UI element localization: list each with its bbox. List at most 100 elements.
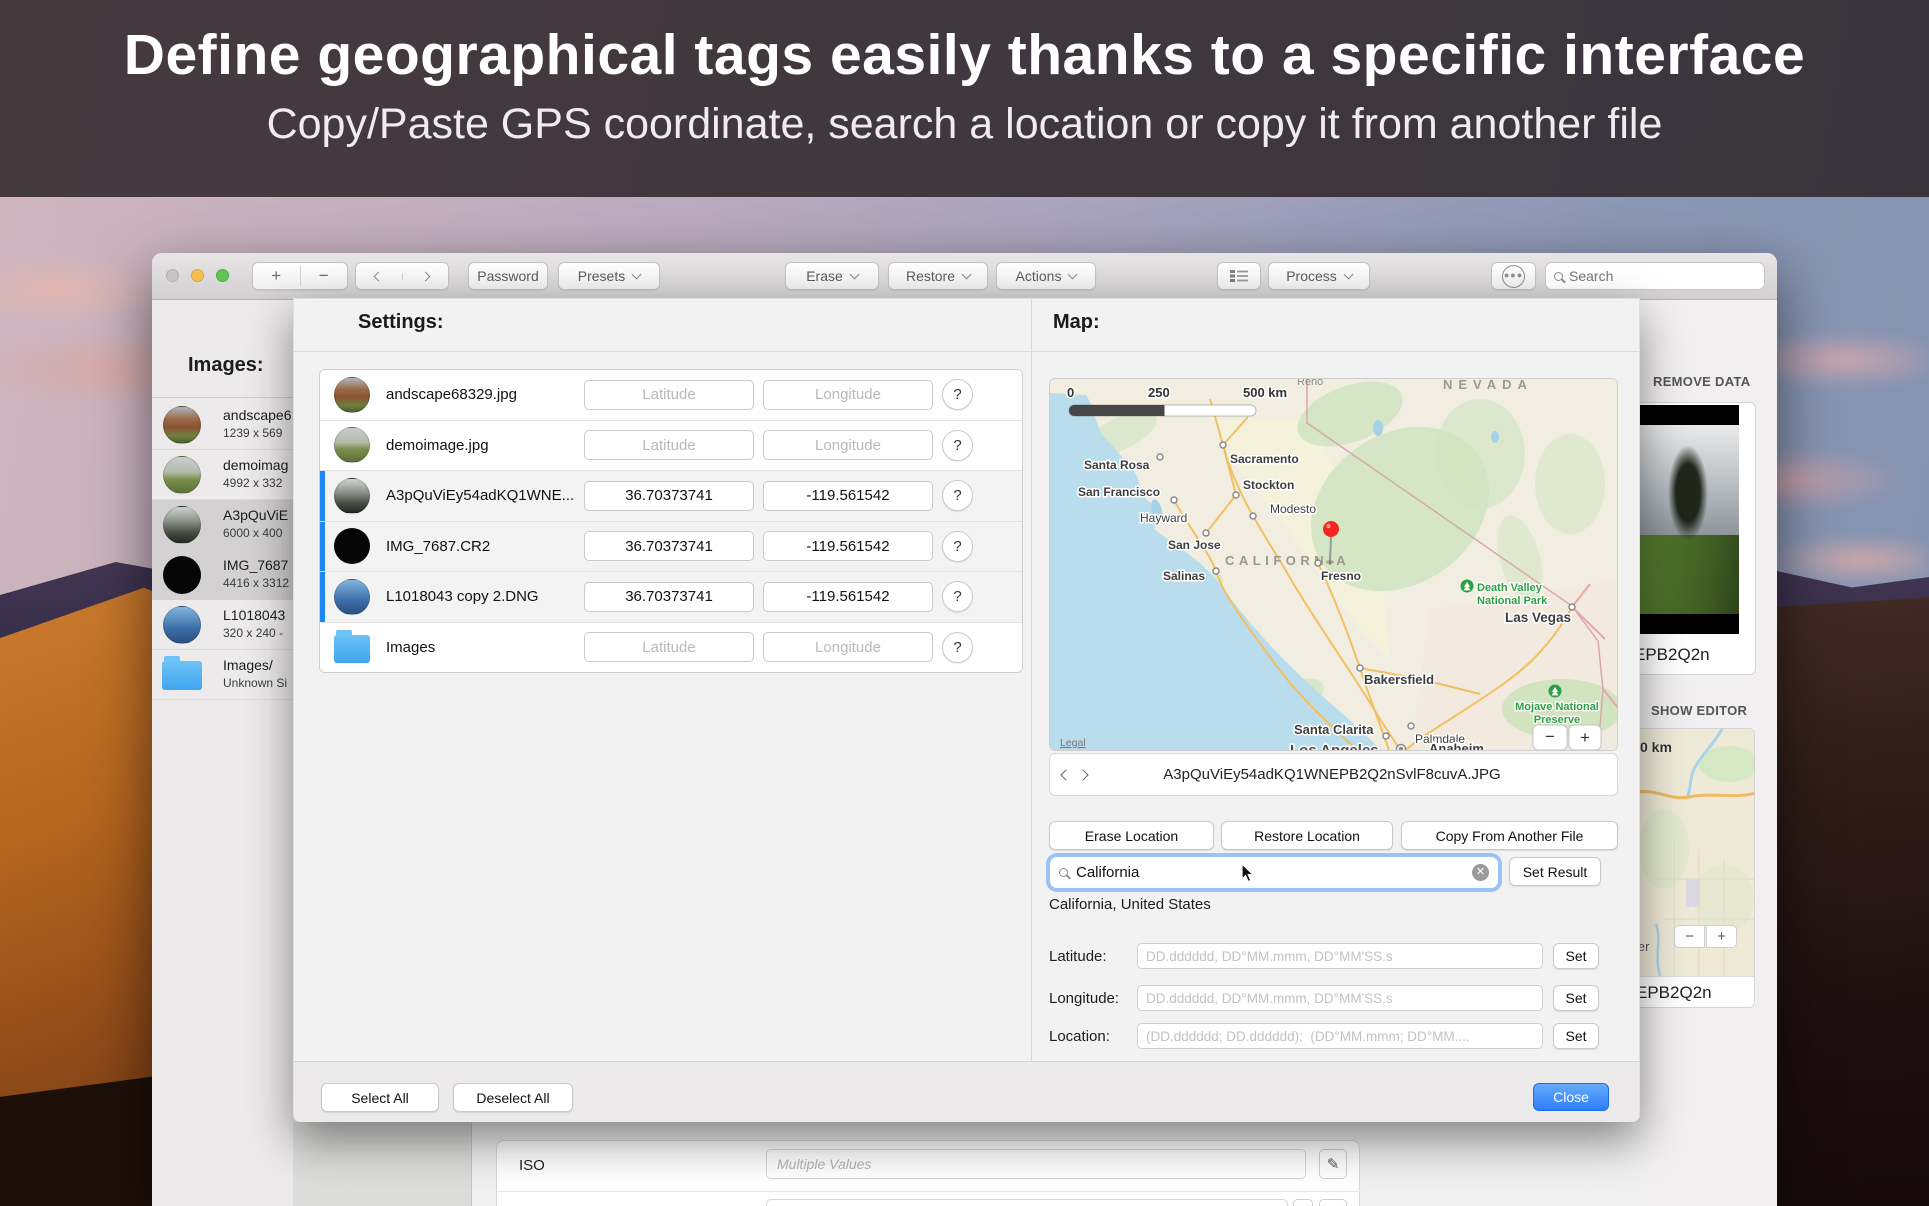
- file-row-selected[interactable]: L1018043 copy 2.DNG ?: [320, 571, 1022, 622]
- map-label-nevada: NEVADA: [1443, 379, 1533, 392]
- help-button[interactable]: ?: [942, 581, 973, 612]
- longitude-input[interactable]: [763, 380, 933, 410]
- mini-zoom-in-button[interactable]: +: [1706, 925, 1737, 948]
- sidebar-folder-item[interactable]: Images/ Unknown Si: [152, 650, 293, 700]
- file-thumbnail: [334, 377, 370, 413]
- minimize-window-button[interactable]: [191, 269, 204, 282]
- help-button[interactable]: ?: [942, 430, 973, 461]
- password-button[interactable]: Password: [468, 262, 548, 290]
- sidebar-image-item[interactable]: demoimag 4992 x 332: [152, 450, 293, 500]
- toolbar-search: [1545, 262, 1765, 290]
- image-name: IMG_7687: [223, 557, 288, 573]
- forward-button[interactable]: [402, 273, 449, 280]
- sidebar-image-item[interactable]: andscape6 1239 x 569: [152, 400, 293, 450]
- file-name: Images: [386, 639, 584, 656]
- park-label: National Park: [1477, 595, 1548, 607]
- file-row-selected[interactable]: IMG_7687.CR2 ?: [320, 521, 1022, 572]
- longitude-input[interactable]: [763, 582, 933, 612]
- file-row[interactable]: andscape68329.jpg ?: [320, 370, 1022, 420]
- map-city: Los Angeles: [1290, 742, 1379, 751]
- close-window-button[interactable]: [166, 269, 179, 282]
- set-result-button[interactable]: Set Result: [1509, 857, 1601, 886]
- map-city: Stockton: [1243, 478, 1294, 492]
- restore-location-button[interactable]: Restore Location: [1221, 821, 1393, 850]
- presets-dropdown[interactable]: Presets: [558, 262, 660, 290]
- clear-search-button[interactable]: ✕: [1472, 864, 1489, 881]
- previous-file-button[interactable]: [1060, 769, 1071, 780]
- mini-map-card: 0 km ier − + EPB2Q2n: [1633, 728, 1755, 1008]
- chevron-down-icon: [849, 269, 859, 279]
- file-name: demoimage.jpg: [386, 437, 584, 454]
- set-longitude-button[interactable]: Set: [1553, 985, 1599, 1011]
- list-view-icon: [1229, 269, 1249, 283]
- copy-from-file-button[interactable]: Copy From Another File: [1401, 821, 1618, 850]
- photo-tree: [1667, 443, 1709, 543]
- park-label: Mojave National: [1515, 701, 1599, 713]
- zoom-window-button[interactable]: [216, 269, 229, 282]
- file-thumbnail: [334, 478, 370, 514]
- add-button[interactable]: +: [253, 266, 300, 286]
- banner-subheadline: Copy/Paste GPS coordinate, search a loca…: [0, 100, 1929, 149]
- help-button[interactable]: ?: [942, 379, 973, 410]
- fnumber-field[interactable]: Multiple Values: [766, 1199, 1288, 1206]
- process-dropdown[interactable]: Process: [1268, 262, 1370, 290]
- more-options-button[interactable]: ●●●: [1491, 262, 1536, 290]
- help-button[interactable]: ?: [942, 531, 973, 562]
- marketing-banner: Define geographical tags easily thanks t…: [0, 0, 1929, 197]
- app-window: + − Password Presets Erase Restore Actio…: [152, 253, 1777, 1206]
- longitude-input[interactable]: [763, 632, 933, 662]
- folder-row[interactable]: Images ?: [320, 622, 1022, 673]
- mini-zoom-out-button[interactable]: −: [1674, 925, 1705, 948]
- close-button[interactable]: Close: [1533, 1083, 1609, 1111]
- file-row[interactable]: demoimage.jpg ?: [320, 420, 1022, 471]
- latitude-input[interactable]: [584, 430, 754, 460]
- map-label-reno: Reno: [1297, 379, 1323, 388]
- longitude-input[interactable]: [763, 531, 933, 561]
- iso-field[interactable]: Multiple Values: [766, 1149, 1306, 1179]
- longitude-input[interactable]: [763, 481, 933, 511]
- search-input[interactable]: [1569, 268, 1756, 284]
- location-field[interactable]: [1137, 1023, 1543, 1049]
- sidebar-image-item[interactable]: L1018043 320 x 240 -: [152, 600, 293, 650]
- latitude-input[interactable]: [584, 380, 754, 410]
- history-segmented: [355, 262, 449, 290]
- latitude-input[interactable]: [584, 632, 754, 662]
- search-icon: [1554, 272, 1563, 281]
- restore-dropdown[interactable]: Restore: [888, 262, 988, 290]
- location-search-input[interactable]: [1076, 864, 1472, 881]
- edit-pencil-button[interactable]: ✎: [1319, 1149, 1347, 1179]
- latitude-input[interactable]: [584, 481, 754, 511]
- images-sidebar: Images: andscape6 1239 x 569 demoimag 49…: [152, 300, 293, 1206]
- stepper-button[interactable]: [1293, 1199, 1313, 1206]
- file-row-selected[interactable]: A3pQuViEy54adKQ1WNE... ?: [320, 470, 1022, 521]
- latitude-input[interactable]: [584, 531, 754, 561]
- erase-dropdown[interactable]: Erase: [785, 262, 879, 290]
- help-button[interactable]: ?: [942, 632, 973, 663]
- actions-dropdown[interactable]: Actions: [996, 262, 1096, 290]
- remove-button[interactable]: −: [300, 266, 348, 286]
- set-latitude-button[interactable]: Set: [1553, 943, 1599, 969]
- mini-map-scale: 0 km: [1640, 739, 1672, 755]
- sidebar-image-item-selected[interactable]: A3pQuViE 6000 x 400: [152, 500, 293, 550]
- longitude-input[interactable]: [763, 430, 933, 460]
- legal-link[interactable]: Legal: [1060, 737, 1086, 749]
- select-all-button[interactable]: Select All: [321, 1083, 439, 1112]
- help-button[interactable]: ?: [942, 480, 973, 511]
- image-size: 320 x 240 -: [223, 626, 283, 640]
- screenshot-root: Define geographical tags easily thanks t…: [0, 0, 1929, 1206]
- image-name: demoimag: [223, 457, 288, 473]
- deselect-all-button[interactable]: Deselect All: [453, 1083, 573, 1112]
- sidebar-image-item-selected[interactable]: IMG_7687 4416 x 3312: [152, 550, 293, 600]
- ellipsis-circle-icon: ●●●: [1502, 265, 1525, 288]
- latitude-input[interactable]: [584, 582, 754, 612]
- longitude-field[interactable]: [1137, 985, 1543, 1011]
- edit-pencil-button[interactable]: ✎: [1319, 1199, 1347, 1206]
- set-location-button[interactable]: Set: [1553, 1023, 1599, 1049]
- map-city: Salinas: [1163, 569, 1205, 583]
- image-size: 1239 x 569: [223, 426, 282, 440]
- map-view[interactable]: 0 250 500 km Reno NEVADA CALIFORNIA: [1049, 378, 1618, 751]
- latitude-field[interactable]: [1137, 943, 1543, 969]
- view-options-button[interactable]: [1217, 262, 1261, 290]
- erase-location-button[interactable]: Erase Location: [1049, 821, 1214, 850]
- back-button[interactable]: [356, 273, 402, 280]
